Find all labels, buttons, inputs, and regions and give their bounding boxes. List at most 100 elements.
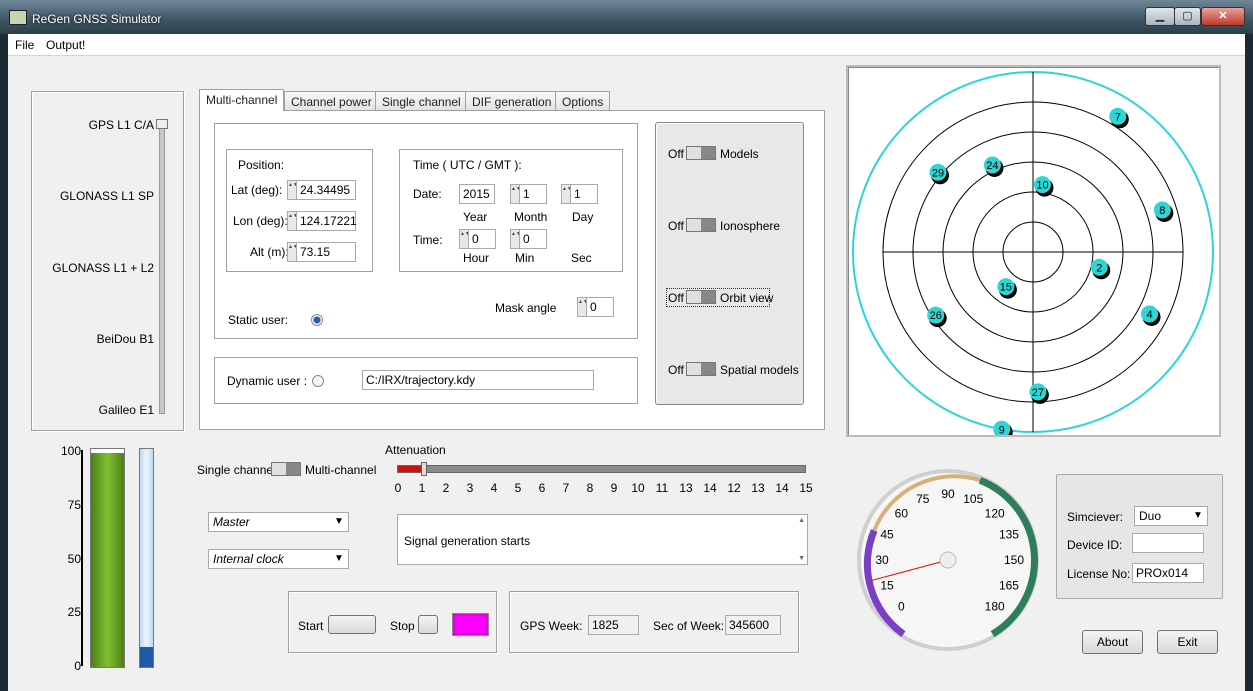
satellite-prn: 8 [1159,205,1165,217]
device-id-input[interactable] [1132,533,1204,553]
lon-input[interactable]: 124.17221 [296,211,357,231]
trajectory-path-input[interactable]: C:/IRX/trajectory.kdy [362,370,594,390]
signal-slider-track[interactable] [159,124,165,414]
master-combo[interactable]: Master ▼ [208,512,349,532]
alt-label: Alt (m): [250,245,289,259]
chevron-down-icon: ▼ [334,516,344,527]
attenuation-tick: 2 [442,481,450,495]
tab-options[interactable]: Options [555,91,611,111]
secondary-level-bar [139,448,154,668]
channel-mode-toggle[interactable] [271,462,301,476]
signal-beidou-b1[interactable]: BeiDou B1 [97,332,154,346]
dynamic-user-radio[interactable] [312,375,324,387]
satellite-24[interactable]: 24 [983,156,1004,177]
mask-angle-input[interactable]: 0 [586,297,614,317]
models-label: Models [720,147,759,161]
tab-dif-generation[interactable]: DIF generation [465,91,559,111]
day-input[interactable]: 1 [570,184,598,204]
gauge-label: 15 [880,578,894,592]
satellite-prn: 4 [1146,309,1152,321]
level-scale-25: 25 [67,605,81,619]
attenuation-tick: 14 [703,481,717,495]
signal-glonass-l1-l2[interactable]: GLONASS L1 + L2 [52,261,154,275]
ionosphere-toggle[interactable] [686,218,716,232]
chevron-down-icon: ▼ [334,553,344,564]
attenuation-thumb[interactable] [421,462,428,476]
start-button[interactable] [328,615,376,634]
license-input[interactable]: PROx014 [1132,563,1204,583]
close-button[interactable]: ✕ [1201,7,1245,26]
satellite-prn: 15 [1000,282,1012,294]
sec-of-week-value: 345600 [725,615,781,635]
satellite-26[interactable]: 26 [927,306,947,328]
satellite-9[interactable]: 9 [993,420,1013,442]
signal-galileo-e1[interactable]: Galileo E1 [99,403,154,417]
tab-channel-power[interactable]: Channel power [284,91,379,111]
satellite-prn: 2 [1096,262,1102,274]
day-label: Day [572,210,594,224]
attenuation-label: Attenuation [385,443,446,457]
attenuation-tick: 12 [727,481,741,495]
gauge-label: 165 [999,578,1019,592]
level-scale-75: 75 [67,498,81,512]
signal-slider-thumb[interactable] [156,119,168,129]
signal-gps-l1[interactable]: GPS L1 C/A [89,118,154,132]
about-button[interactable]: About [1082,630,1143,654]
attenuation-tick: 5 [514,481,522,495]
ionosphere-state: Off [668,219,684,233]
models-toggle[interactable] [686,146,716,160]
lat-input[interactable]: 24.34495 [296,180,356,200]
static-user-label: Static user: [228,313,289,327]
gauge-label: 135 [999,528,1019,542]
gauge-label: 45 [880,528,894,542]
start-label: Start [298,619,324,633]
simciever-combo[interactable]: Duo ▼ [1134,506,1208,526]
satellite-29[interactable]: 29 [929,163,950,185]
lon-label: Lon (deg): [233,214,288,228]
hour-input[interactable]: 0 [468,229,496,249]
min-input[interactable]: 0 [519,229,547,249]
satellite-10[interactable]: 10 [1033,176,1054,197]
clock-combo[interactable]: Internal clock ▼ [208,549,349,569]
attenuation-tick: 8 [586,481,594,495]
attenuation-tick: 9 [610,481,618,495]
exit-button[interactable]: Exit [1157,630,1218,654]
device-id-label: Device ID: [1067,538,1123,552]
menu-file[interactable]: File [15,38,34,52]
static-user-radio[interactable] [311,314,323,326]
alt-input[interactable]: 73.15 [296,242,356,262]
satellite-4[interactable]: 4 [1141,305,1161,326]
time-label: Time: [413,233,443,247]
signal-glonass-l1[interactable]: GLONASS L1 SP [60,189,154,203]
attenuation-tick: 11 [655,481,669,495]
satellite-8[interactable]: 8 [1153,201,1174,222]
month-input[interactable]: 1 [519,184,547,204]
attenuation-tick: 1 [418,481,426,495]
gauge-label: 105 [963,492,983,506]
log-textbox[interactable]: Signal generation starts ▲ ▼ [397,514,808,565]
tab-multi-channel[interactable]: Multi-channel [199,89,285,111]
minimize-button[interactable]: ▁ [1145,7,1175,26]
simciever-label: Simciever: [1067,510,1124,524]
attenuation-tick: 13 [679,481,693,495]
skyplot: 7 24 10 29 8 2 15 4 26 27 9 [852,71,1214,442]
year-input[interactable]: 2015 [459,184,495,204]
level-scale-50: 50 [67,552,81,566]
attenuation-tick: 3 [466,481,474,495]
satellite-7[interactable]: 7 [1109,107,1129,129]
satellite-2[interactable]: 2 [1090,258,1111,280]
satellite-27[interactable]: 27 [1029,383,1049,404]
attenuation-slider[interactable] [397,465,806,473]
maximize-button[interactable]: ▢ [1174,7,1201,26]
orbit-view-toggle[interactable] [686,290,716,304]
gps-week-value: 1825 [588,615,639,635]
spatial-models-toggle[interactable] [686,362,716,376]
time-title: Time ( UTC / GMT ): [413,158,522,172]
stop-button[interactable] [418,615,438,634]
menu-bar: File Output! [8,34,1245,56]
tab-single-channel[interactable]: Single channel [375,91,468,111]
scroll-up-icon[interactable]: ▲ [798,517,805,524]
scroll-down-icon[interactable]: ▼ [798,555,805,562]
satellite-15[interactable]: 15 [997,278,1017,299]
menu-output[interactable]: Output! [46,38,85,52]
